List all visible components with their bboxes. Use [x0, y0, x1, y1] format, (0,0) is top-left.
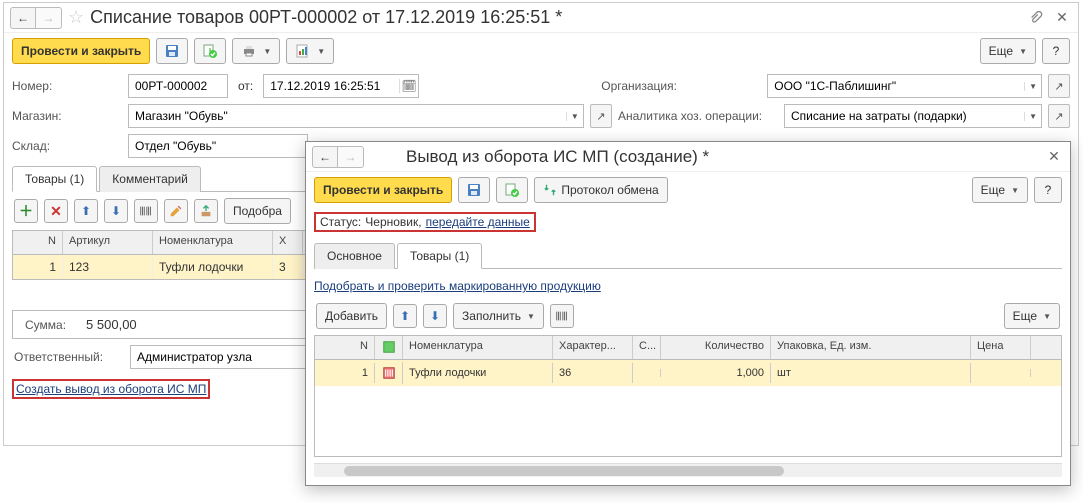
sub-save-button[interactable] [458, 177, 490, 203]
sub-col-n[interactable]: N [315, 336, 375, 359]
number-field[interactable] [129, 79, 227, 93]
sub-nav-forward-button[interactable]: → [338, 146, 364, 168]
shop-open-button[interactable]: ↗ [590, 104, 612, 128]
sub-move-up-button[interactable]: ⬆ [393, 304, 417, 328]
sub-tab-goods[interactable]: Товары (1) [397, 243, 482, 269]
print-button[interactable]: ▼ [232, 38, 280, 64]
shop-label: Магазин: [12, 109, 122, 123]
add-row-button[interactable]: ＋ [14, 199, 38, 223]
warehouse-label: Склад: [12, 139, 122, 153]
sub-col-mark-icon[interactable] [375, 336, 403, 359]
status-value: Черновик, [365, 215, 421, 229]
favorite-star-icon[interactable]: ☆ [68, 7, 84, 28]
pick-button[interactable]: Подобра [224, 198, 291, 224]
tab-comment[interactable]: Комментарий [99, 166, 201, 192]
col-n[interactable]: N [13, 231, 63, 254]
col-article[interactable]: Артикул [63, 231, 153, 254]
status-action-link[interactable]: передайте данные [426, 215, 530, 229]
sub-window: ← → Вывод из оборота ИС МП (создание) * … [305, 141, 1071, 486]
attach-icon[interactable] [1026, 8, 1046, 28]
shop-field[interactable] [129, 109, 566, 123]
barcode-button[interactable] [134, 199, 158, 223]
org-dropdown-icon[interactable]: ▼ [1024, 82, 1041, 91]
protocol-button[interactable]: Протокол обмена [534, 177, 667, 203]
sub-tab-main[interactable]: Основное [314, 243, 395, 269]
sub-move-down-button[interactable]: ⬇ [423, 304, 447, 328]
col-nomenclature[interactable]: Номенклатура [153, 231, 273, 254]
sub-col-unit[interactable]: Упаковка, Ед. изм. [771, 336, 971, 359]
org-open-button[interactable]: ↗ [1048, 74, 1070, 98]
calendar-icon[interactable]: 🗓 [399, 79, 418, 93]
sub-goods-row[interactable]: 1 Туфли лодочки 36 1,000 шт [315, 360, 1061, 386]
number-label: Номер: [12, 79, 122, 93]
sub-col-quantity[interactable]: Количество [661, 336, 771, 359]
col-x[interactable]: Х [273, 231, 303, 254]
analytics-field[interactable] [785, 109, 1024, 123]
date-field[interactable] [264, 79, 399, 93]
sub-help-button[interactable]: ? [1034, 177, 1062, 203]
sub-col-characteristic[interactable]: Характер... [553, 336, 633, 359]
more-button[interactable]: Еще▼ [980, 38, 1036, 64]
sub-col-nomenclature[interactable]: Номенклатура [403, 336, 553, 359]
sub-toolbar: Провести и закрыть Протокол обмена Еще▼ … [306, 172, 1070, 208]
post-and-close-button[interactable]: Провести и закрыть [12, 38, 150, 64]
sub-add-button[interactable]: Добавить [316, 303, 387, 329]
move-down-button[interactable]: ⬇ [104, 199, 128, 223]
analytics-open-button[interactable]: ↗ [1048, 104, 1070, 128]
reports-button[interactable]: ▼ [286, 38, 334, 64]
pick-and-verify-link[interactable]: Подобрать и проверить маркированную прод… [314, 279, 601, 293]
status-label: Статус: [320, 215, 361, 229]
org-label: Организация: [601, 79, 761, 93]
sub-barcode-button[interactable] [550, 304, 574, 328]
nav-back-button[interactable]: ← [10, 7, 36, 29]
responsible-label: Ответственный: [14, 350, 124, 364]
scrollbar-thumb[interactable] [344, 466, 784, 476]
close-button[interactable]: ✕ [1052, 8, 1072, 28]
sum-label: Сумма: [25, 318, 66, 332]
sub-close-button[interactable]: ✕ [1044, 147, 1064, 167]
create-withdrawal-link[interactable]: Создать вывод из оборота ИС МП [16, 382, 206, 396]
sub-post-and-close-button[interactable]: Провести и закрыть [314, 177, 452, 203]
main-toolbar: Провести и закрыть ▼ ▼ Еще▼ ? [4, 33, 1078, 69]
sub-mini-more-button[interactable]: Еще▼ [1004, 303, 1060, 329]
shop-dropdown-icon[interactable]: ▼ [566, 112, 583, 121]
from-label: от: [238, 79, 253, 93]
save-button[interactable] [156, 38, 188, 64]
sub-nav-back-button[interactable]: ← [312, 146, 338, 168]
sum-value: 5 500,00 [86, 317, 137, 332]
main-titlebar: ← → ☆ Списание товаров 00РТ-000002 от 17… [4, 3, 1078, 33]
sub-titlebar: ← → Вывод из оборота ИС МП (создание) * … [306, 142, 1070, 172]
post-button[interactable] [194, 38, 226, 64]
help-button[interactable]: ? [1042, 38, 1070, 64]
analytics-dropdown-icon[interactable]: ▼ [1024, 112, 1041, 121]
mark-status-icon [375, 362, 403, 384]
analytics-label: Аналитика хоз. операции: [618, 109, 778, 123]
sub-goods-grid: N Номенклатура Характер... С... Количест… [314, 335, 1062, 457]
horizontal-scrollbar[interactable] [314, 463, 1062, 477]
main-title: Списание товаров 00РТ-000002 от 17.12.20… [90, 7, 562, 28]
warehouse-field[interactable] [129, 139, 307, 153]
sub-col-price[interactable]: Цена [971, 336, 1031, 359]
sub-fill-button[interactable]: Заполнить▼ [453, 303, 544, 329]
import-button[interactable] [194, 199, 218, 223]
sub-col-s[interactable]: С... [633, 336, 661, 359]
move-up-button[interactable]: ⬆ [74, 199, 98, 223]
sub-post-button[interactable] [496, 177, 528, 203]
sub-title: Вывод из оборота ИС МП (создание) * [406, 147, 709, 167]
org-field[interactable] [768, 79, 1024, 93]
tab-goods[interactable]: Товары (1) [12, 166, 97, 192]
nav-forward-button[interactable]: → [36, 7, 62, 29]
responsible-field[interactable] [131, 350, 309, 364]
delete-row-button[interactable]: ✕ [44, 199, 68, 223]
edit-button[interactable] [164, 199, 188, 223]
sub-more-button[interactable]: Еще▼ [972, 177, 1028, 203]
